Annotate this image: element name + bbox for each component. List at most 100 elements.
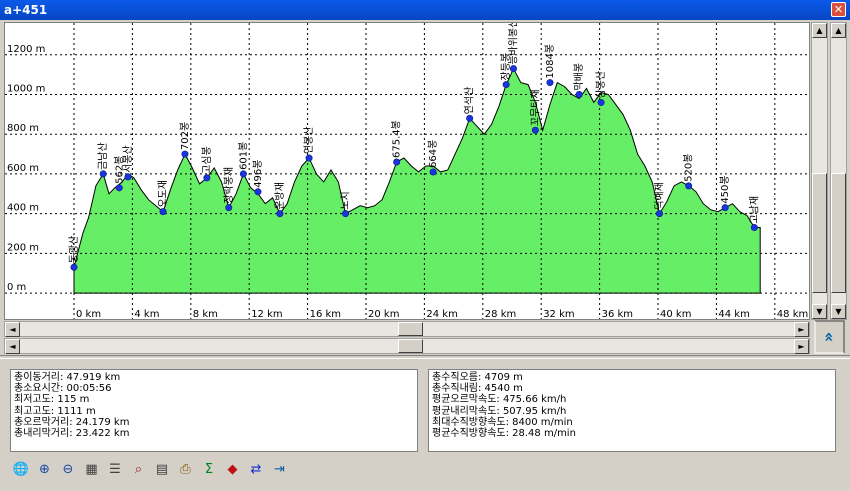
chart-horizontal-scrollbar-2[interactable]: ◄ ► xyxy=(4,338,810,354)
waypoint-marker[interactable] xyxy=(181,150,189,158)
stats_left-line: 총소요시간: 00:05:56 xyxy=(14,383,112,395)
stats_left-line: 총오르막거리: 24.179 km xyxy=(14,416,130,428)
waypoint-marker[interactable] xyxy=(159,208,167,216)
scroll-left-button[interactable]: ◄ xyxy=(5,322,20,337)
stats_right-line: 총수직오름: 4709 m xyxy=(432,372,523,383)
panel-divider xyxy=(0,355,850,359)
waypoint-label: 1084봉 xyxy=(544,44,556,79)
vertical-scroll-thumb-2[interactable] xyxy=(831,173,846,293)
waypoint-marker[interactable] xyxy=(203,174,211,182)
waypoint-marker[interactable] xyxy=(239,170,247,178)
scroll-right-button-2[interactable]: ► xyxy=(794,339,809,354)
x-tick-label: 4 km xyxy=(134,309,159,320)
x-tick-label: 0 km xyxy=(76,309,101,320)
stats_right-line: 평균오르막속도: 475.66 km/h xyxy=(432,394,567,406)
scroll-up-button[interactable]: ▲ xyxy=(812,23,827,38)
close-button[interactable]: ✕ xyxy=(831,2,846,17)
x-tick-label: 48 km xyxy=(777,309,808,320)
find-icon[interactable]: ⌕ xyxy=(128,459,150,481)
waypoint-marker[interactable] xyxy=(276,210,284,218)
stats_left-line: 총내리막거리: 23.422 km xyxy=(14,428,130,440)
y-tick-label: 0 m xyxy=(7,282,26,293)
zoom-out-icon[interactable]: ⊖ xyxy=(57,459,79,481)
scroll-down-button-2[interactable]: ▼ xyxy=(831,304,846,319)
waypoint-marker[interactable] xyxy=(655,210,663,218)
stats_right-line: 총수직내림: 4540 m xyxy=(432,383,523,395)
y-tick-label: 200 m xyxy=(7,242,39,253)
scroll-right-button[interactable]: ► xyxy=(794,322,809,337)
waypoint-label: 운방재 xyxy=(274,182,286,210)
vertical-scroll-thumb[interactable] xyxy=(812,173,827,293)
x-tick-label: 44 km xyxy=(718,309,749,320)
elevation-chart: 0 m 200 m 400 m 600 m 800 m 1000 m 1200 m 0 km 4… xyxy=(5,23,809,320)
sum-icon[interactable]: Σ xyxy=(198,459,220,481)
waypoint-label: 연봉산 xyxy=(303,126,315,154)
stats-left-panel: 총이동거리: 47.919 km 총소요시간: 00:05:56 최저고도: 115… xyxy=(10,369,418,452)
waypoint-marker[interactable] xyxy=(685,182,693,190)
waypoint-label: 664봉 xyxy=(427,140,439,168)
waypoint-label: 장락봉재 xyxy=(223,167,235,204)
window-title: a+451 xyxy=(4,3,48,17)
chart-vertical-scrollbar[interactable]: ▲ ▼ xyxy=(811,22,828,320)
waypoint-marker[interactable] xyxy=(115,184,123,192)
waypoint-label: 496봉 xyxy=(252,160,264,188)
waypoint-marker[interactable] xyxy=(99,170,107,178)
waypoint-marker[interactable] xyxy=(750,224,758,232)
waypoint-label: 노치 xyxy=(340,191,352,209)
window-titlebar: a+451 ✕ xyxy=(0,0,850,20)
stats_right-line: 최대수직방향속도: 8400 m/min xyxy=(432,416,573,428)
waypoint-marker[interactable] xyxy=(305,154,313,162)
waypoint-marker[interactable] xyxy=(509,65,517,73)
zoom-in-icon[interactable]: ⊕ xyxy=(34,459,56,481)
x-tick-label: 24 km xyxy=(426,309,457,320)
waypoint-marker[interactable] xyxy=(502,81,510,89)
swap-icon[interactable]: ⇄ xyxy=(245,459,267,481)
waypoint-marker[interactable] xyxy=(531,126,539,134)
stats_left-line: 총이동거리: 47.919 km xyxy=(14,372,121,383)
waypoint-marker[interactable] xyxy=(429,168,437,176)
waypoint-marker[interactable] xyxy=(225,204,233,212)
waypoint-label: 오도재 xyxy=(157,180,169,208)
waypoint-label: 675.4봉 xyxy=(391,120,403,158)
bookmark-icon[interactable]: ◆ xyxy=(222,459,244,481)
collapse-panel-button[interactable]: » xyxy=(814,320,845,354)
waypoint-label: 서봉산 xyxy=(122,145,134,173)
document-icon[interactable]: ▤ xyxy=(151,459,173,481)
scroll-left-button-2[interactable]: ◄ xyxy=(5,339,20,354)
waypoint-marker[interactable] xyxy=(342,210,350,218)
grid-icon[interactable]: ▦ xyxy=(81,459,103,481)
waypoint-marker[interactable] xyxy=(546,79,554,87)
waypoint-marker[interactable] xyxy=(721,204,729,212)
waypoint-label: 덕예제 xyxy=(653,182,665,210)
chart-vertical-scrollbar-2[interactable]: ▲ ▼ xyxy=(830,22,847,320)
waypoint-marker[interactable] xyxy=(575,91,583,99)
print-icon[interactable]: ⎙ xyxy=(175,459,197,481)
waypoint-label: 601봉 xyxy=(237,142,249,170)
waypoint-marker[interactable] xyxy=(597,98,605,106)
stats_left-line: 최저고도: 115 m xyxy=(14,394,90,406)
x-tick-label: 32 km xyxy=(543,309,574,320)
x-tick-label: 28 km xyxy=(485,309,516,320)
waypoint-marker[interactable] xyxy=(70,263,78,271)
waypoint-marker[interactable] xyxy=(393,158,401,166)
chart-horizontal-scrollbar[interactable]: ◄ ► xyxy=(4,321,810,337)
waypoint-marker[interactable] xyxy=(466,114,474,122)
list-settings-icon[interactable]: ☰ xyxy=(104,459,126,481)
x-tick-label: 16 km xyxy=(310,309,341,320)
exit-icon[interactable]: ⇥ xyxy=(269,459,291,481)
waypoint-label: 꼬무티재 xyxy=(529,89,541,126)
y-tick-label: 400 m xyxy=(7,203,39,214)
waypoint-label: 고남재 xyxy=(748,196,760,224)
waypoint-marker[interactable] xyxy=(124,173,132,181)
y-tick-label: 600 m xyxy=(7,163,39,174)
scroll-down-button[interactable]: ▼ xyxy=(812,304,827,319)
globe-icon[interactable]: 🌐 xyxy=(10,459,32,481)
y-tick-label: 1000 m xyxy=(7,84,45,95)
horizontal-scroll-thumb-2[interactable] xyxy=(398,339,423,353)
scroll-up-button-2[interactable]: ▲ xyxy=(831,23,846,38)
stats_left-line: 최고고도: 1111 m xyxy=(14,405,96,417)
horizontal-scroll-thumb[interactable] xyxy=(398,322,423,336)
waypoint-label: 삼봉산 xyxy=(595,71,607,99)
waypoint-label: 금남산 xyxy=(97,142,109,170)
waypoint-marker[interactable] xyxy=(254,188,262,196)
